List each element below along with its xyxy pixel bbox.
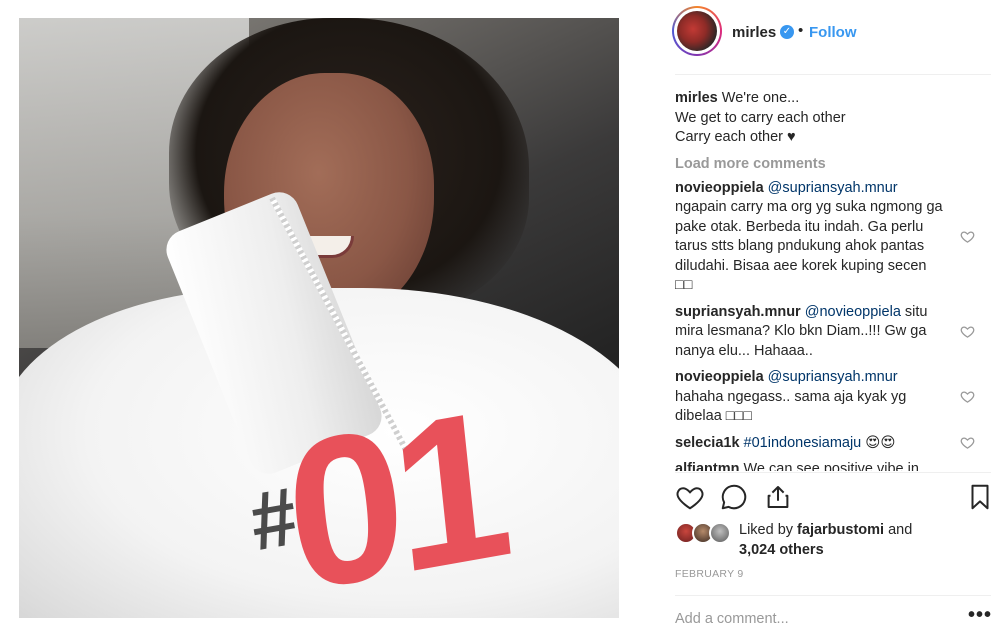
comment-icon[interactable]	[719, 482, 749, 512]
comment-item: alfiantmn We can see positive vibe in	[675, 460, 991, 471]
more-icon[interactable]: •••	[968, 604, 992, 627]
bookmark-icon[interactable]	[965, 482, 995, 512]
comment-text: ngapain carry ma org yg suka ngmong ga p…	[675, 199, 943, 293]
comment-mention[interactable]: @novieoppiela	[805, 304, 901, 320]
comment-input-divider	[675, 595, 991, 596]
like-comment-heart-icon[interactable]	[960, 435, 975, 450]
liker-avatar[interactable]	[709, 522, 731, 544]
post-date[interactable]: FEBRUARY 9	[675, 568, 744, 580]
header-divider	[675, 74, 991, 75]
avatar-border	[674, 8, 720, 54]
header-separator: •	[798, 22, 804, 39]
likes-username[interactable]: fajarbustomi	[797, 522, 884, 538]
likes-suffix: and	[888, 522, 913, 538]
share-icon[interactable]	[763, 482, 793, 512]
actions-divider	[675, 472, 991, 473]
comment-text: We can see positive vibe in	[743, 461, 919, 471]
header-username[interactable]: mirles	[732, 24, 776, 41]
caption-username[interactable]: mirles	[675, 90, 718, 106]
caption-line-1: mirles We're one...	[675, 89, 991, 109]
post-photo[interactable]: 01 #	[19, 18, 619, 618]
caption-line-2: We get to carry each other	[675, 109, 846, 126]
action-bar	[675, 482, 991, 518]
follow-button[interactable]: Follow	[809, 24, 857, 41]
comment-username[interactable]: supriansyah.mnur	[675, 304, 801, 320]
caption-line-3: Carry each other ♥	[675, 129, 796, 145]
comment-text: 😍😍	[865, 434, 896, 451]
comment-item: novieoppiela @supriansyah.mnur hahaha ng…	[675, 368, 991, 427]
comment-username[interactable]: selecia1k	[675, 435, 740, 451]
like-comment-heart-icon[interactable]	[960, 324, 975, 339]
like-comment-heart-icon[interactable]	[960, 229, 975, 244]
comment-mention[interactable]: @supriansyah.mnur	[768, 369, 898, 385]
likes-prefix: Liked by	[739, 522, 794, 538]
comments-list[interactable]: mirles We're one... We get to carry each…	[675, 89, 991, 471]
comment-mention[interactable]: @supriansyah.mnur	[768, 180, 898, 196]
comment-item: selecia1k #01indonesiamaju 😍😍	[675, 434, 991, 454]
load-more-comments-button[interactable]: Load more comments	[675, 156, 991, 172]
verified-icon: ✓	[780, 25, 794, 39]
profile-avatar[interactable]	[672, 6, 722, 56]
comment-item: supriansyah.mnur @novieoppiela situ mira…	[675, 303, 991, 362]
likes-summary: Liked by fajarbustomi and 3,024 others	[675, 521, 991, 561]
heart-icon[interactable]	[675, 482, 705, 512]
add-comment-input[interactable]	[675, 608, 925, 630]
comment-username[interactable]: novieoppiela	[675, 180, 764, 196]
comment-item: novieoppiela @supriansyah.mnur ngapain c…	[675, 179, 991, 296]
likes-text: Liked by fajarbustomi and 3,024 others	[739, 521, 912, 560]
like-comment-heart-icon[interactable]	[960, 389, 975, 404]
comment-username[interactable]: novieoppiela	[675, 369, 764, 385]
comment-text: hahaha ngegass.. sama aja kyak yg dibela…	[675, 388, 907, 425]
caption-text-1: We're one...	[721, 90, 800, 106]
photo-number-print: 01	[276, 364, 512, 618]
likes-others-count[interactable]: 3,024 others	[739, 542, 824, 558]
comment-hashtag[interactable]: #01indonesiamaju	[744, 435, 862, 451]
comment-username[interactable]: alfiantmn	[675, 461, 739, 471]
post-caption: mirles We're one... We get to carry each…	[675, 89, 991, 148]
avatar-image	[677, 11, 717, 51]
